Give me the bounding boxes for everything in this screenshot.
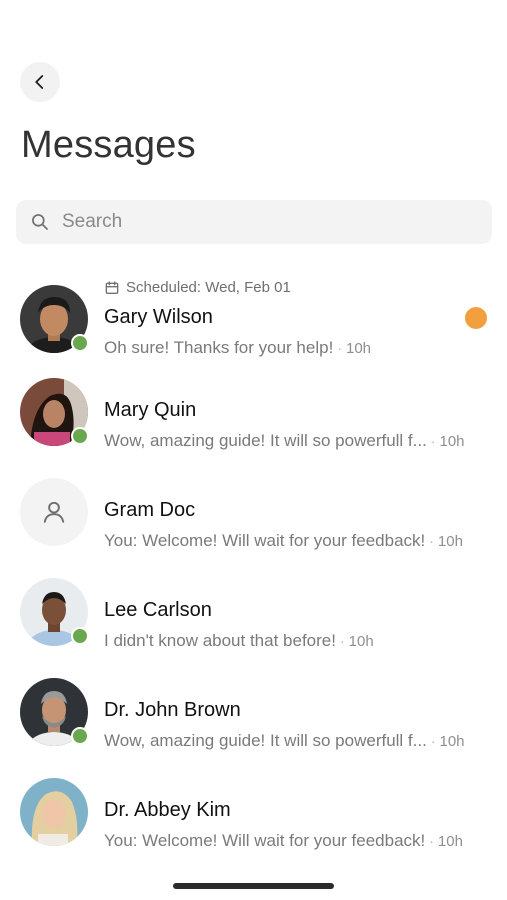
message-text: You: Welcome! Will wait for your feedbac… [104,531,426,550]
home-indicator[interactable] [173,883,334,889]
separator-dot: · [339,633,345,649]
message-text: I didn't know about that before! [104,631,336,650]
message-preview: Oh sure! Thanks for your help! · 10h [104,338,371,358]
avatar-photo [20,778,88,846]
message-preview: Wow, amazing guide! It will so powerfull… [104,431,465,451]
contact-name: Gary Wilson [104,306,213,328]
back-button[interactable] [20,62,60,102]
avatar[interactable] [20,478,88,546]
avatar[interactable] [20,678,89,746]
conversation-item[interactable]: Mary Quin Wow, amazing guide! It will so… [0,370,507,470]
chevron-left-icon [35,75,44,89]
separator-dot: · [430,433,436,449]
avatar[interactable] [20,285,89,353]
calendar-icon [105,280,119,294]
scheduled-label: Scheduled: Wed, Feb 01 [104,279,291,296]
search-bar[interactable] [16,200,492,244]
separator-dot: · [429,833,434,849]
message-text: You: Welcome! Will wait for your feedbac… [104,831,426,850]
unread-indicator [465,307,487,329]
message-text: Oh sure! Thanks for your help! [104,338,334,357]
online-status-indicator [71,627,89,645]
conversation-item[interactable]: Dr. Abbey Kim You: Welcome! Will wait fo… [0,770,507,870]
scheduled-text: Scheduled: Wed, Feb 01 [126,279,291,296]
message-time: 10h [437,833,463,850]
separator-dot: · [337,340,342,356]
online-status-indicator [71,727,89,745]
contact-name: Mary Quin [104,399,197,421]
online-status-indicator [71,334,89,352]
search-input[interactable] [60,210,464,234]
message-time: 10h [345,340,372,357]
message-time: 10h [439,733,465,750]
avatar[interactable] [20,778,88,846]
message-time: 10h [348,633,374,650]
contact-name: Lee Carlson [104,599,212,621]
avatar[interactable] [20,578,89,646]
message-text: Wow, amazing guide! It will so powerfull… [104,431,427,450]
message-preview: You: Welcome! Will wait for your feedbac… [104,531,463,551]
user-icon [43,501,65,523]
message-preview: Wow, amazing guide! It will so powerfull… [104,731,465,751]
contact-name: Dr. Abbey Kim [104,799,231,821]
message-preview: I didn't know about that before! · 10h [104,631,374,651]
online-status-indicator [71,427,89,445]
page-title: Messages [21,124,196,166]
contact-name: Dr. John Brown [104,699,241,721]
message-preview: You: Welcome! Will wait for your feedbac… [104,831,463,851]
avatar[interactable] [20,378,89,446]
search-icon [32,214,48,230]
separator-dot: · [430,733,436,749]
conversation-list: Scheduled: Wed, Feb 01 Gary Wilson Oh su… [0,270,507,870]
message-text: Wow, amazing guide! It will so powerfull… [104,731,427,750]
conversation-item[interactable]: Gram Doc You: Welcome! Will wait for you… [0,470,507,570]
conversation-item[interactable]: Lee Carlson I didn't know about that bef… [0,570,507,670]
separator-dot: · [429,533,434,549]
message-time: 10h [437,533,463,550]
conversation-item[interactable]: Scheduled: Wed, Feb 01 Gary Wilson Oh su… [0,270,507,370]
conversation-item[interactable]: Dr. John Brown Wow, amazing guide! It wi… [0,670,507,770]
contact-name: Gram Doc [104,499,196,521]
message-time: 10h [439,433,465,450]
